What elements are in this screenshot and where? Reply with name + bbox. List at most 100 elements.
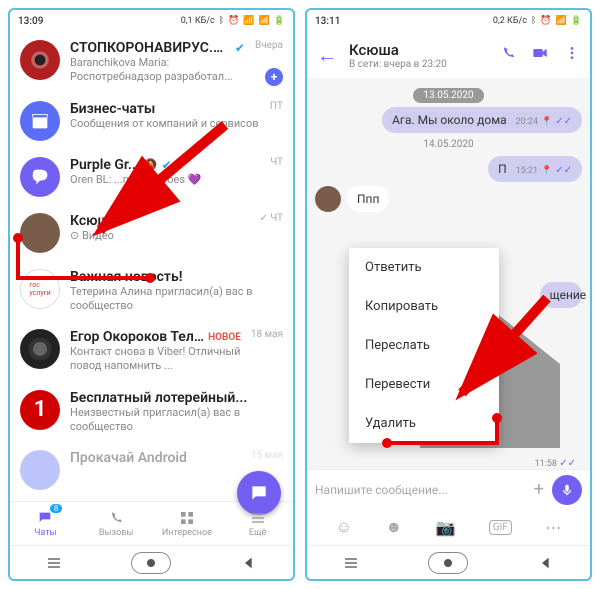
signal-icon: 📶 [556, 16, 567, 26]
tab-label: Вызовы [99, 528, 133, 538]
chat-meta: ПТ [270, 101, 283, 112]
chat-title: Прокачай Android [70, 450, 187, 466]
nav-recent[interactable] [341, 553, 361, 573]
nav-recent[interactable] [44, 553, 64, 573]
chat-row[interactable]: СТОПКОРОНАВИРУС.РФ ✔ Baranchikova Maria:… [10, 32, 293, 93]
message-time: 11:58 ✓✓ [535, 458, 576, 469]
avatar [20, 329, 60, 369]
tab-label: Чаты [34, 528, 56, 538]
verified-icon: ✔ [235, 41, 245, 55]
alarm-icon: ⏰ [540, 16, 551, 26]
call-button[interactable] [500, 45, 516, 65]
message-text: П [498, 162, 507, 176]
chat-title: Егор Окороков Тел... [70, 329, 204, 345]
wheel-icon [26, 335, 54, 363]
voice-button[interactable] [552, 475, 582, 505]
menu-button[interactable] [564, 45, 580, 65]
ctx-copy[interactable]: Копировать [349, 287, 499, 326]
chat-row[interactable]: Purple Gr... 🔕 ✔ Oren BL: ...ncareHeroes… [10, 149, 293, 205]
nav-back[interactable] [536, 553, 556, 573]
message-text: щение [550, 288, 587, 302]
message-time: 20:24 [516, 117, 538, 127]
video-icon [532, 45, 548, 61]
camera-button[interactable]: 📷 [436, 518, 456, 537]
tab-label: Ещё [249, 528, 266, 538]
battery-icon: 🔋 [571, 16, 582, 26]
message-bubble-in[interactable]: Ппп [347, 186, 389, 212]
message-input[interactable]: Напишите сообщение... [315, 483, 526, 497]
dots-icon [564, 45, 580, 61]
bottom-tabs: 8 Чаты Вызовы Интересное Ещё [10, 501, 293, 545]
message-bubble-out[interactable]: П 15:21 📍 ✓✓ [488, 156, 582, 182]
viber-icon [29, 166, 51, 188]
message-text: Ппп [357, 192, 379, 206]
chat-title: Бизнес-чаты [70, 101, 155, 117]
location-icon: 📍 [541, 166, 552, 176]
menu-icon [250, 510, 266, 526]
status-right: 0,1 КБ/с ᛒ ⏰ 📶 📶 🔋 [181, 16, 285, 26]
gif-button[interactable]: GIF [489, 520, 512, 535]
nav-home[interactable] [428, 552, 468, 574]
alarm-icon: ⏰ [228, 16, 239, 26]
chat-subtitle: Baranchikova Maria: Роспотребнадзор разр… [70, 56, 245, 85]
tab-calls[interactable]: Вызовы [81, 502, 152, 545]
ctx-translate[interactable]: Перевести [349, 365, 499, 404]
sticker-button[interactable]: ☺ [336, 517, 352, 537]
chat-meta: Вчера [255, 40, 283, 51]
read-checks-icon: ✓✓ [555, 165, 572, 176]
message-bubble-out[interactable]: Ага. Мы около дома 20:24 📍 ✓✓ [382, 107, 582, 133]
message-time: 15:21 [516, 166, 538, 176]
chat-row[interactable]: Егор Окороков Тел... НОВОЕ Контакт снова… [10, 321, 293, 382]
new-badge: НОВОЕ [208, 332, 241, 343]
phone-chat-list: 13:09 0,1 КБ/с ᛒ ⏰ 📶 📶 🔋 СТОПКОРОНАВИРУС… [8, 8, 295, 581]
message-bubble-out[interactable]: щение [540, 282, 582, 308]
chat-title: Purple Gr... [70, 157, 140, 173]
chat-subtitle: Неизвестный пригласил(а) вас в сообществ… [70, 406, 283, 435]
chat-row[interactable]: 1 Бесплатный лотерейный... Неизвестный п… [10, 382, 293, 443]
chat-meta: ЧТ [270, 157, 283, 168]
chat-list: СТОПКОРОНАВИРУС.РФ ✔ Baranchikova Maria:… [10, 32, 293, 501]
status-bar: 13:11 0,2 КБ/с ᛒ ⏰ 📶 🔋 [307, 10, 590, 32]
read-checks-icon: ✓✓ [555, 116, 572, 127]
chat-row-ksyusha[interactable]: Ксюша ⊙ Видео ✓ ЧТ [10, 205, 293, 261]
avatar: 1 [20, 390, 60, 430]
back-button[interactable]: ← [317, 43, 337, 68]
tab-chats[interactable]: 8 Чаты [10, 502, 81, 545]
tab-label: Интересное [162, 528, 212, 538]
plus-badge[interactable]: + [265, 68, 283, 86]
chat-title: Бесплатный лотерейный... [70, 390, 247, 406]
android-navbar [10, 545, 293, 579]
avatar [20, 40, 60, 80]
conversation-header: ← Ксюша В сети: вчера в 23:20 [307, 32, 590, 78]
chat-row[interactable]: госуслуги Важная новость! Тетерина Алина… [10, 261, 293, 322]
phone-icon [108, 510, 124, 526]
chat-row[interactable]: Бизнес-чаты Сообщения от компаний и серв… [10, 93, 293, 149]
chat-meta: 15 мая [251, 450, 283, 461]
battery-icon: 🔋 [274, 16, 285, 26]
status-right: 0,2 КБ/с ᛒ ⏰ 📶 🔋 [493, 16, 582, 26]
phone-conversation: 13:11 0,2 КБ/с ᛒ ⏰ 📶 🔋 ← Ксюша В сети: в… [305, 8, 592, 581]
conversation-title: Ксюша [349, 41, 488, 59]
message-text: Ага. Мы около дома [392, 113, 507, 127]
plus-button[interactable]: + [534, 479, 544, 500]
avatar [20, 101, 60, 141]
video-call-button[interactable] [532, 45, 548, 65]
conversation-body: 13.05.2020 Ага. Мы около дома 20:24 📍 ✓✓… [307, 78, 590, 469]
date-text: 14.05.2020 [315, 139, 582, 150]
nav-home[interactable] [131, 552, 171, 574]
ctx-reply[interactable]: Ответить [349, 248, 499, 287]
chat-subtitle: Контакт снова в Viber! Отличный повод на… [70, 345, 241, 374]
emoji-button[interactable]: ☻ [385, 517, 402, 537]
chat-info: СТОПКОРОНАВИРУС.РФ ✔ Baranchikova Maria:… [70, 40, 245, 85]
chat-subtitle: Сообщения от компаний и сервисов [70, 117, 260, 131]
more-button[interactable]: ⋯ [545, 518, 561, 537]
conv-title-block[interactable]: Ксюша В сети: вчера в 23:20 [349, 41, 488, 70]
chat-subtitle: Тетерина Алина пригласил(а) вас в сообще… [70, 285, 283, 314]
ctx-forward[interactable]: Переслать [349, 326, 499, 365]
tab-discover[interactable]: Интересное [152, 502, 223, 545]
verified-icon: ✔ [162, 158, 172, 172]
tab-more[interactable]: Ещё [222, 502, 293, 545]
ctx-delete[interactable]: Удалить [349, 404, 499, 443]
nav-back[interactable] [239, 553, 259, 573]
chat-meta: 18 мая [251, 329, 283, 340]
